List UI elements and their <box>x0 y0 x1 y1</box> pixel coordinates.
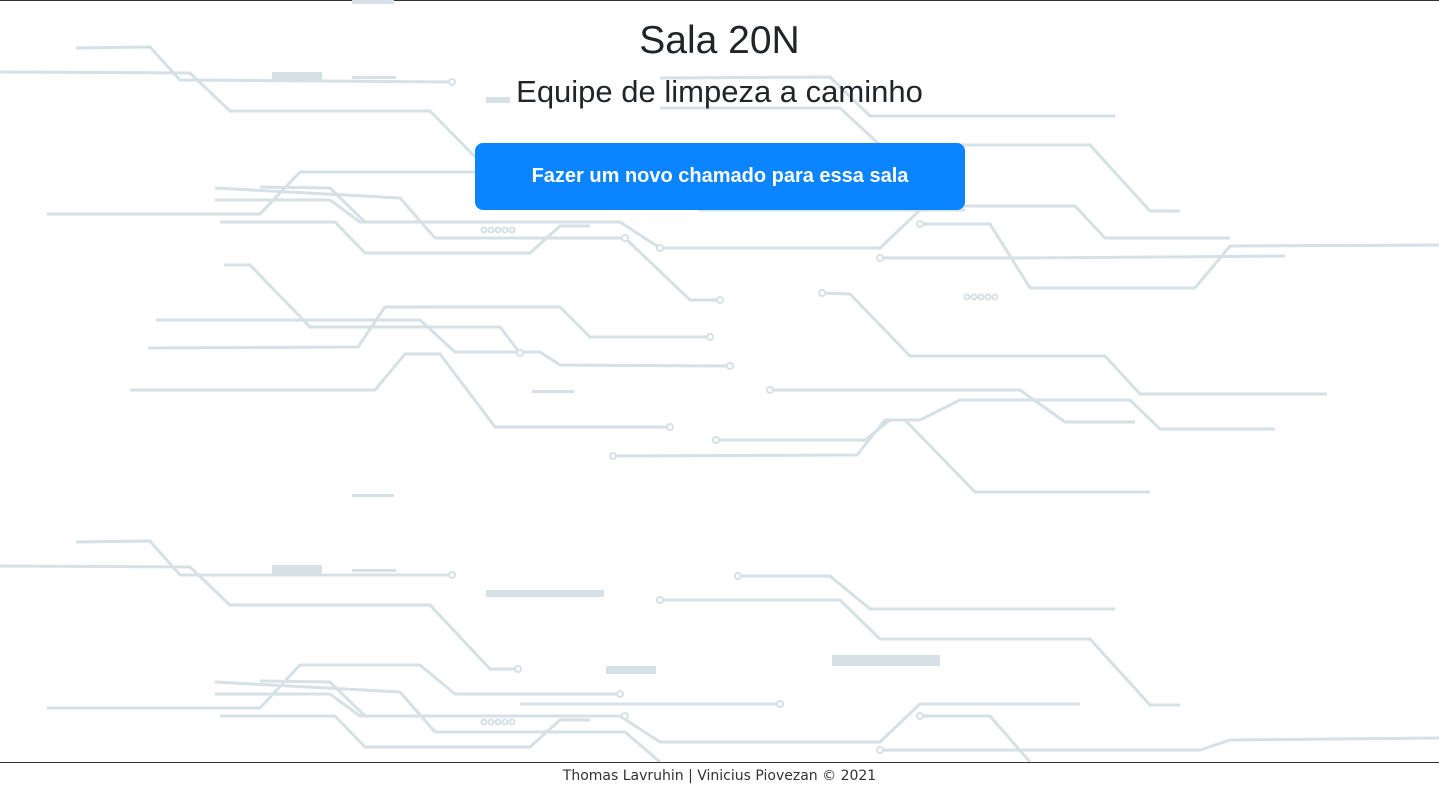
status-message: Equipe de limpeza a caminho <box>516 74 923 109</box>
circuit-background <box>0 0 1439 762</box>
footer: Thomas Lavruhin | Vinicius Piovezan © 20… <box>0 762 1439 789</box>
circuit-pattern-bottom <box>0 539 1439 762</box>
footer-credits: Thomas Lavruhin | Vinicius Piovezan © 20… <box>562 768 877 784</box>
page: Sala 20N Equipe de limpeza a caminho Faz… <box>0 0 1439 789</box>
room-title: Sala 20N <box>639 19 800 62</box>
new-call-button[interactable]: Fazer um novo chamado para essa sala <box>475 143 965 210</box>
